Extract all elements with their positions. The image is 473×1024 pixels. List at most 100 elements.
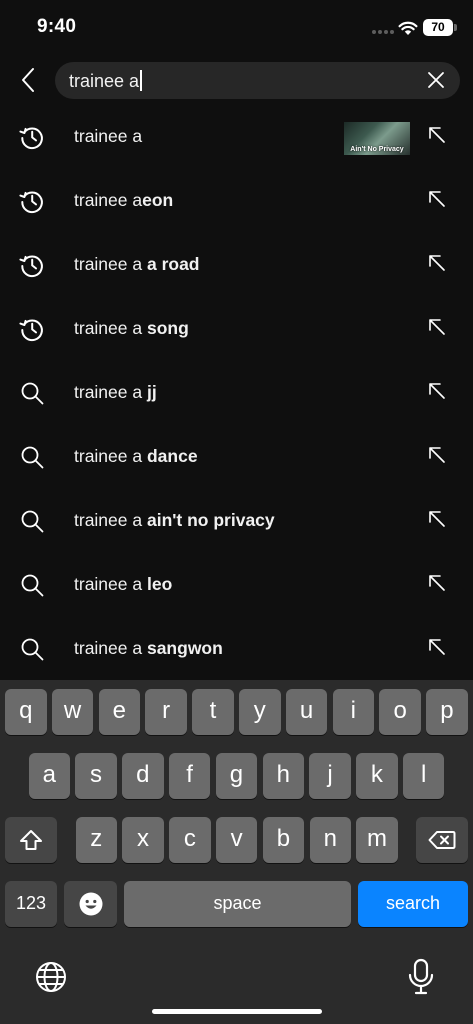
suggestion-prefix: trainee a bbox=[74, 126, 143, 146]
suggestion-item[interactable]: trainee a ain't no privacy bbox=[0, 489, 473, 553]
suggestion-text: trainee a leo bbox=[74, 574, 172, 595]
key-g[interactable]: g bbox=[215, 753, 258, 799]
back-arrow-icon bbox=[22, 68, 34, 92]
suggestion-prefix: trainee a bbox=[74, 638, 147, 658]
suggestion-text: trainee aeon bbox=[74, 190, 173, 211]
video-thumbnail: Ain't No Privacy bbox=[344, 122, 410, 155]
suggestion-completion: song bbox=[146, 318, 189, 338]
key-a[interactable]: a bbox=[28, 753, 70, 799]
key-h[interactable]: h bbox=[262, 753, 304, 799]
key-k[interactable]: k bbox=[356, 753, 398, 799]
backspace-icon bbox=[428, 831, 456, 849]
key-j[interactable]: j bbox=[309, 753, 351, 799]
key-t[interactable]: t bbox=[192, 689, 234, 735]
back-button[interactable] bbox=[12, 62, 44, 98]
suggestion-item[interactable]: trainee a sangwon bbox=[0, 617, 473, 681]
search-input[interactable]: trainee a bbox=[55, 62, 460, 99]
search-query-text: trainee a bbox=[69, 70, 143, 92]
fill-query-arrow-icon[interactable] bbox=[425, 443, 449, 467]
shift-icon bbox=[20, 830, 42, 850]
suggestion-item[interactable]: trainee a dance bbox=[0, 425, 473, 489]
key-z[interactable]: z bbox=[75, 817, 117, 863]
key-v[interactable]: v bbox=[215, 817, 258, 863]
history-icon bbox=[18, 187, 46, 215]
suggestion-prefix: trainee a bbox=[74, 318, 147, 338]
thumbnail-caption: Ain't No Privacy bbox=[350, 146, 404, 153]
suggestion-item[interactable]: trainee aeon bbox=[0, 169, 473, 233]
fill-query-arrow-icon[interactable] bbox=[425, 187, 449, 211]
key-f[interactable]: f bbox=[168, 753, 211, 799]
fill-query-arrow-icon[interactable] bbox=[425, 507, 449, 531]
key-y[interactable]: y bbox=[239, 689, 281, 735]
suggestion-text: trainee a song bbox=[74, 318, 189, 339]
microphone-icon[interactable] bbox=[406, 958, 436, 996]
numbers-key[interactable]: 123 bbox=[5, 881, 57, 927]
suggestion-completion: jj bbox=[146, 382, 157, 402]
key-u[interactable]: u bbox=[285, 689, 328, 735]
clear-search-button[interactable] bbox=[423, 67, 449, 93]
suggestion-item[interactable]: trainee a Ain't No Privacy bbox=[0, 105, 473, 169]
suggestion-prefix: trainee a bbox=[74, 510, 147, 530]
suggestion-text: trainee a sangwon bbox=[74, 638, 223, 659]
key-i[interactable]: i bbox=[332, 689, 375, 735]
status-time: 9:40 bbox=[37, 16, 77, 37]
delete-key[interactable] bbox=[416, 817, 468, 863]
fill-query-arrow-icon[interactable] bbox=[425, 635, 449, 659]
cellular-signal-icon bbox=[372, 30, 394, 36]
key-q[interactable]: q bbox=[5, 689, 47, 735]
fill-query-arrow-icon[interactable] bbox=[425, 379, 449, 403]
history-icon bbox=[18, 123, 46, 151]
history-icon bbox=[18, 315, 46, 343]
suggestion-prefix: trainee a bbox=[74, 382, 147, 402]
fill-query-arrow-icon[interactable] bbox=[425, 123, 449, 147]
suggestion-completion: sangwon bbox=[146, 638, 223, 658]
key-m[interactable]: m bbox=[356, 817, 398, 863]
suggestion-item[interactable]: trainee a a road bbox=[0, 233, 473, 297]
suggestion-text: trainee a jj bbox=[74, 382, 157, 403]
suggestion-prefix: trainee a bbox=[74, 574, 147, 594]
fill-query-arrow-icon[interactable] bbox=[425, 571, 449, 595]
home-indicator bbox=[152, 1009, 322, 1014]
fill-query-arrow-icon[interactable] bbox=[425, 315, 449, 339]
suggestion-completion: a road bbox=[146, 254, 200, 274]
suggestion-prefix: trainee a bbox=[74, 190, 143, 210]
key-o[interactable]: o bbox=[379, 689, 421, 735]
suggestion-completion: ain't no privacy bbox=[146, 510, 275, 530]
suggestion-prefix: trainee a bbox=[74, 254, 147, 274]
key-n[interactable]: n bbox=[309, 817, 351, 863]
key-r[interactable]: r bbox=[145, 689, 187, 735]
emoji-icon bbox=[79, 892, 102, 916]
emoji-key[interactable] bbox=[64, 881, 117, 927]
key-p[interactable]: p bbox=[426, 689, 468, 735]
key-l[interactable]: l bbox=[402, 753, 445, 799]
search-icon bbox=[18, 379, 46, 407]
on-screen-keyboard: q w e r t y u i o p a s d f g h j k l z x c v b n m 123 space search bbox=[0, 680, 473, 1024]
key-w[interactable]: w bbox=[51, 689, 94, 735]
suggestion-item[interactable]: trainee a jj bbox=[0, 361, 473, 425]
key-c[interactable]: c bbox=[169, 817, 211, 863]
suggestion-text: trainee a ain't no privacy bbox=[74, 510, 275, 531]
suggestion-text: trainee a bbox=[74, 126, 142, 147]
suggestion-completion: leo bbox=[146, 574, 173, 594]
key-s[interactable]: s bbox=[75, 753, 117, 799]
key-d[interactable]: d bbox=[122, 753, 164, 799]
globe-icon[interactable] bbox=[34, 960, 68, 994]
history-icon bbox=[18, 251, 46, 279]
suggestion-item[interactable]: trainee a song bbox=[0, 297, 473, 361]
search-icon bbox=[18, 635, 46, 663]
battery-tip bbox=[454, 24, 457, 31]
key-e[interactable]: e bbox=[98, 689, 141, 735]
fill-query-arrow-icon[interactable] bbox=[425, 251, 449, 275]
key-b[interactable]: b bbox=[262, 817, 305, 863]
wifi-icon bbox=[398, 21, 418, 35]
status-bar: 9:40 70 bbox=[0, 0, 473, 56]
key-x[interactable]: x bbox=[122, 817, 164, 863]
search-key[interactable]: search bbox=[358, 881, 468, 927]
close-icon bbox=[428, 72, 444, 88]
search-icon bbox=[18, 571, 46, 599]
space-key[interactable]: space bbox=[124, 881, 351, 927]
search-query: trainee a bbox=[69, 71, 140, 91]
suggestion-completion: eon bbox=[142, 190, 174, 210]
shift-key[interactable] bbox=[5, 817, 57, 863]
suggestion-item[interactable]: trainee a leo bbox=[0, 553, 473, 617]
